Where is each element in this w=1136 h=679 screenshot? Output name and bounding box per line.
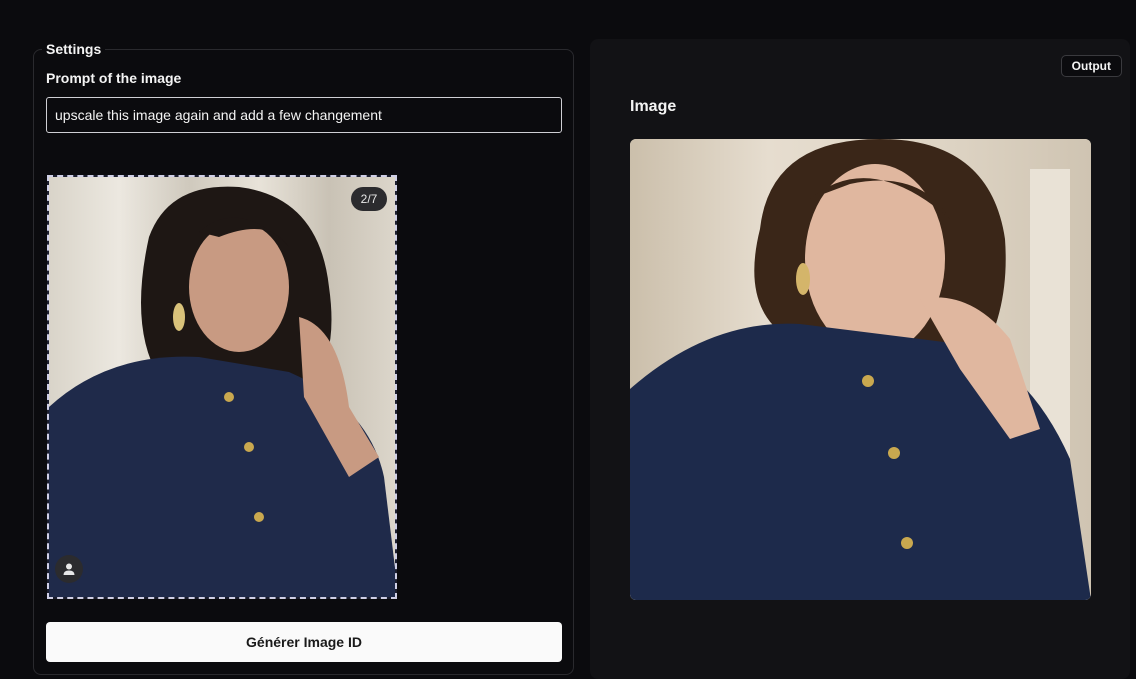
user-icon [63,563,75,575]
image-upload-dropzone[interactable]: 2/7 [47,175,397,599]
generated-photo [630,139,1091,600]
prompt-input[interactable] [46,97,562,133]
output-image-title: Image [630,98,677,115]
output-image [630,139,1091,600]
settings-panel: Settings Prompt of the image upscale thi… [33,41,574,675]
uploaded-photo [49,177,395,597]
output-panel: Output Image [590,39,1130,679]
output-badge: Output [1060,55,1122,77]
gallery-counter: 2/7 [351,187,387,211]
prompt-label: Prompt of the image [46,70,182,86]
generate-image-id-button[interactable]: Générer Image ID [46,622,562,662]
avatar-button[interactable] [55,555,83,583]
settings-legend: Settings [42,41,106,57]
